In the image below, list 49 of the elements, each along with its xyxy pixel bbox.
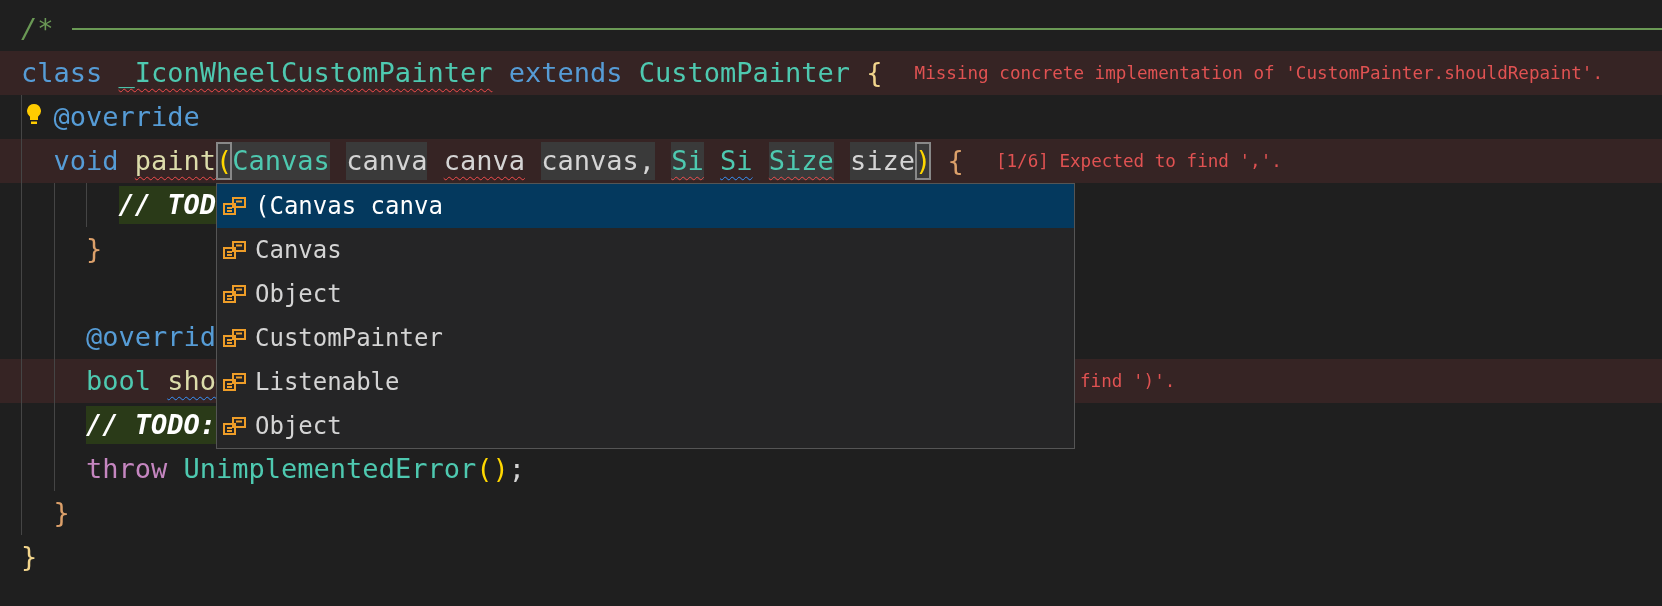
parenthesis-token: (: [216, 142, 233, 180]
function-token: sho: [167, 364, 217, 398]
parenthesis-token: ): [915, 142, 932, 180]
identifier-token: ;: [508, 452, 525, 486]
suggestion-item[interactable]: Object: [217, 404, 1074, 448]
suggestion-item[interactable]: (Canvas canva: [217, 184, 1074, 228]
class-symbol-icon: [223, 240, 247, 260]
brace-token: {: [947, 144, 964, 178]
identifier-token: canva: [443, 144, 525, 178]
brace-token: }: [53, 496, 70, 530]
type-token: Si: [671, 142, 704, 180]
identifier-token: size: [850, 142, 916, 180]
brace-token: }: [21, 540, 38, 574]
identifier-token: canvas,: [541, 142, 655, 180]
class-symbol-icon: [223, 284, 247, 304]
keyword-token: void: [53, 144, 119, 178]
keyword-token: @overrid: [86, 320, 217, 354]
type-token: bool: [86, 364, 152, 398]
brace-token: }: [86, 232, 103, 266]
suggestion-item[interactable]: Listenable: [217, 360, 1074, 404]
class-symbol-icon: [223, 328, 247, 348]
keyword-token: extends: [508, 56, 623, 90]
error-message: [1/6] Expected to find ','.: [995, 151, 1282, 171]
type-token: Canvas: [232, 142, 330, 180]
class-symbol-icon: [223, 416, 247, 436]
error-message: Missing concrete implementation of 'CustomPainter.shouldRepaint'.: [914, 63, 1604, 83]
type-token: _IconWheelCustomPainter: [118, 56, 493, 90]
suggestion-item[interactable]: Canvas: [217, 228, 1074, 272]
type-token: Size: [768, 142, 834, 180]
todo-comment: // TODO:: [86, 406, 217, 444]
function-token: paint: [134, 144, 217, 178]
lightbulb-icon[interactable]: [26, 103, 42, 127]
suggestion-item[interactable]: CustomPainter: [217, 316, 1074, 360]
keyword-token: @override: [53, 100, 200, 134]
class-symbol-icon: [223, 196, 247, 216]
type-token: CustomPainter: [638, 56, 851, 90]
type-token: UnimplementedError: [183, 452, 477, 486]
keyword-token: class: [21, 56, 103, 90]
brace-token: {: [866, 56, 883, 90]
type-token: Si: [720, 144, 753, 178]
parenthesis-token: (): [476, 452, 509, 486]
error-message: find ')'.: [1080, 371, 1176, 391]
suggestion-item[interactable]: Object: [217, 272, 1074, 316]
comment-token: /*: [21, 12, 54, 46]
todo-comment: // TOD: [118, 186, 217, 224]
keyword-token: throw: [86, 452, 168, 486]
identifier-token: canva: [346, 142, 428, 180]
indent-guide: [86, 183, 87, 227]
class-symbol-icon: [223, 372, 247, 392]
